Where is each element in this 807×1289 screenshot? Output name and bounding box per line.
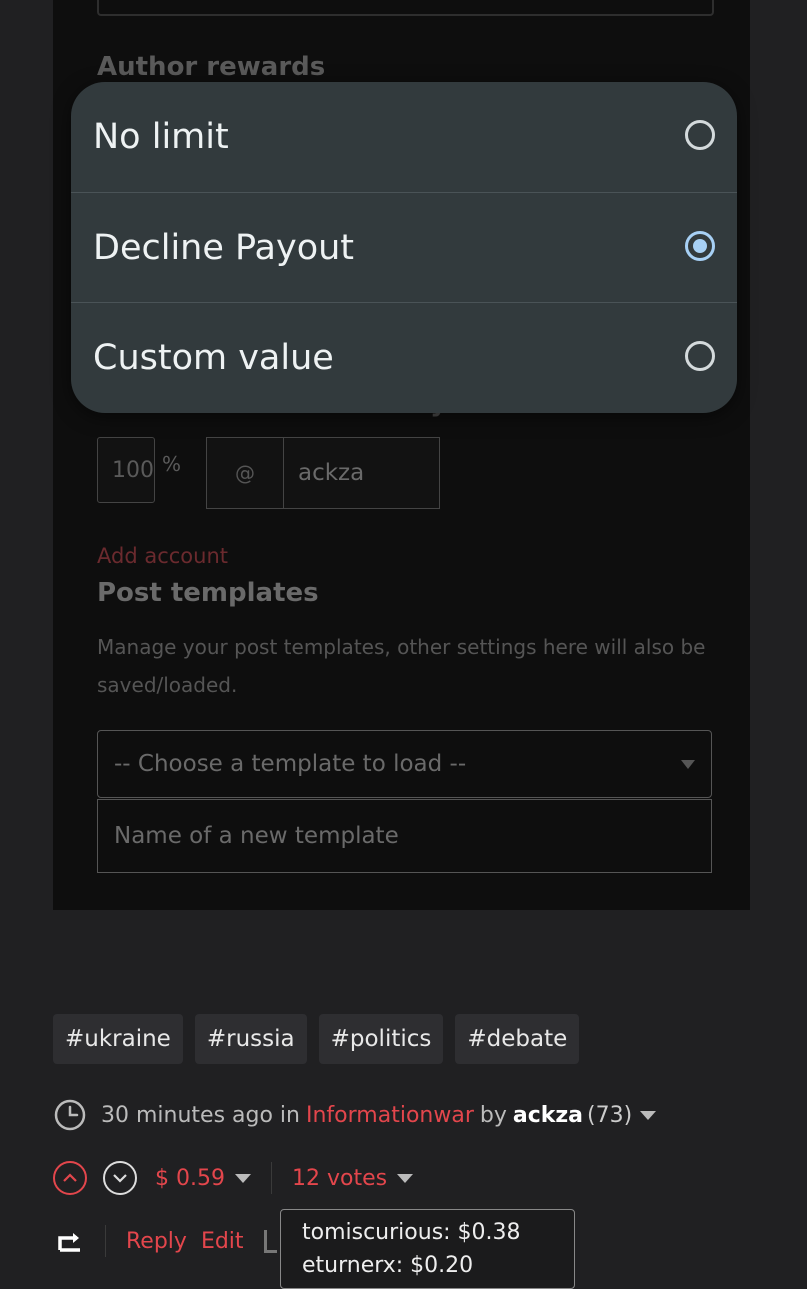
add-account-link[interactable]: Add account xyxy=(97,544,228,568)
option-decline-payout[interactable]: Decline Payout xyxy=(71,192,737,302)
post-templates-title: Post templates xyxy=(97,578,319,608)
payout-value[interactable]: $ 0.59 xyxy=(155,1166,225,1191)
radio-icon[interactable] xyxy=(685,120,715,150)
upvote-button[interactable] xyxy=(53,1161,87,1195)
voters-tooltip: tomiscurious: $0.38 eturnerx: $0.20 xyxy=(280,1209,575,1289)
voter-entry: tomiscurious: $0.38 xyxy=(302,1220,521,1245)
votes-dropdown-icon[interactable] xyxy=(397,1173,414,1183)
tag-russia[interactable]: #russia xyxy=(194,1014,307,1064)
post-meta: 30 minutes ago in Informationwar by ackz… xyxy=(53,1097,657,1133)
option-no-limit[interactable]: No limit xyxy=(71,82,737,192)
payout-options-dialog: No limit Decline Payout Custom value xyxy=(71,82,737,413)
payout-dropdown-icon[interactable] xyxy=(234,1173,251,1183)
chevron-up-icon xyxy=(63,1173,77,1182)
share-icon[interactable] xyxy=(263,1229,277,1253)
votes-count[interactable]: 12 votes xyxy=(292,1166,387,1191)
author-menu-chevron-icon[interactable] xyxy=(640,1110,657,1120)
divider xyxy=(270,1162,272,1194)
by-label: by xyxy=(479,1102,507,1128)
post-templates-description: Manage your post templates, other settin… xyxy=(97,635,706,697)
beneficiary-percent-input[interactable]: 100 xyxy=(97,437,155,503)
reply-link[interactable]: Reply xyxy=(126,1229,187,1254)
author-reputation: (73) xyxy=(587,1102,633,1128)
beneficiary-account-input[interactable]: ackza xyxy=(284,438,364,508)
at-prefix: @ xyxy=(207,438,284,508)
tag-debate[interactable]: #debate xyxy=(455,1014,580,1064)
template-name-input[interactable]: Name of a new template xyxy=(97,799,712,873)
template-select-placeholder: -- Choose a template to load -- xyxy=(114,751,467,777)
author-rewards-label: Author rewards xyxy=(97,52,326,82)
tag-politics[interactable]: #politics xyxy=(318,1014,444,1064)
chevron-down-icon xyxy=(113,1174,127,1183)
author-link[interactable]: ackza xyxy=(513,1103,583,1128)
reblog-icon[interactable] xyxy=(55,1226,85,1256)
radio-selected-icon[interactable] xyxy=(685,231,715,261)
downvote-button[interactable] xyxy=(103,1161,137,1195)
option-label: Decline Payout xyxy=(93,227,355,268)
voter-entry: eturnerx: $0.20 xyxy=(302,1253,474,1278)
clock-icon xyxy=(54,1099,86,1131)
tag-list: #ukraine #russia #politics #debate xyxy=(53,1014,580,1064)
community-link[interactable]: Informationwar xyxy=(306,1103,474,1128)
tag-ukraine[interactable]: #ukraine xyxy=(53,1014,183,1064)
divider xyxy=(105,1225,106,1257)
chevron-down-icon xyxy=(681,760,695,769)
payout-input[interactable] xyxy=(97,0,714,16)
template-select[interactable]: -- Choose a template to load -- xyxy=(97,730,712,798)
option-custom-value[interactable]: Custom value xyxy=(71,302,737,412)
option-label: Custom value xyxy=(93,337,334,378)
radio-icon[interactable] xyxy=(685,341,715,371)
beneficiary-account-group: @ ackza xyxy=(206,437,440,509)
option-label: No limit xyxy=(93,117,229,157)
vote-row: $ 0.59 12 votes xyxy=(53,1159,414,1197)
percent-sign: % xyxy=(162,452,182,476)
edit-link[interactable]: Edit xyxy=(201,1229,244,1254)
post-time: 30 minutes ago in xyxy=(101,1102,300,1128)
post-actions: Reply Edit xyxy=(53,1222,277,1260)
